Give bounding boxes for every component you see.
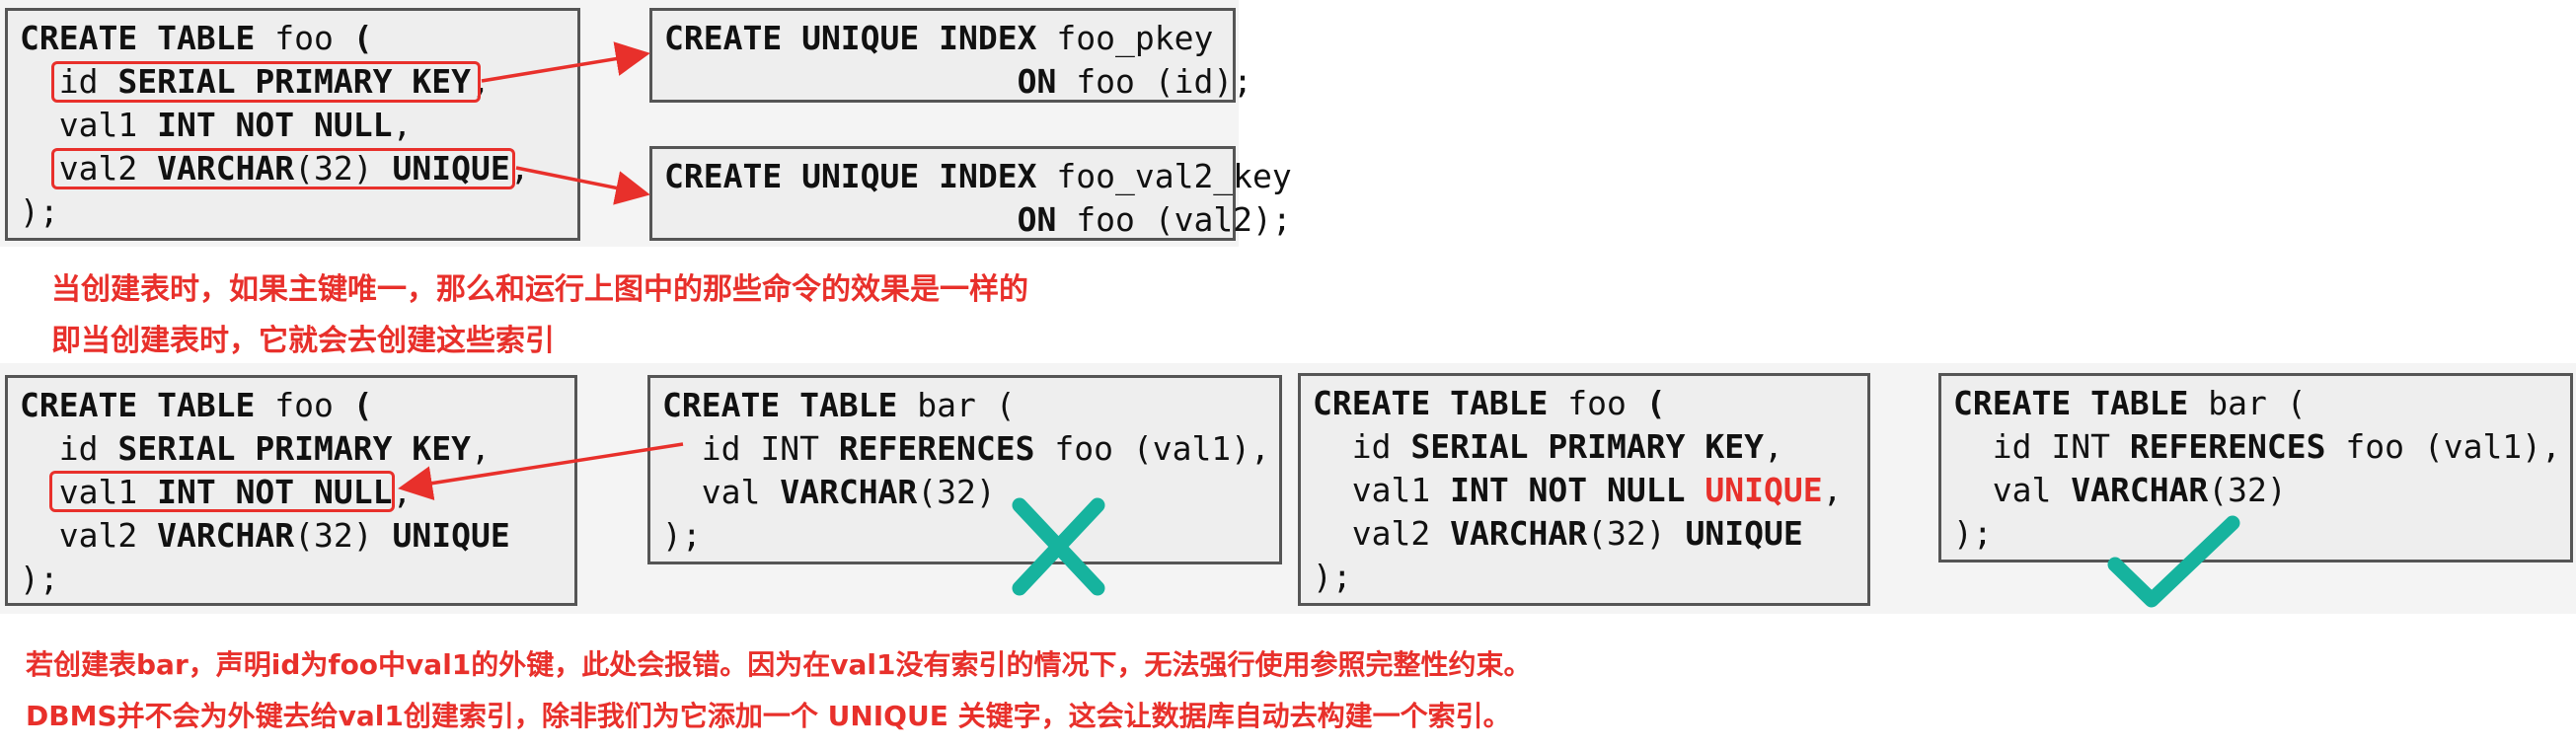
check-icon bbox=[2107, 515, 2240, 608]
arrow-icon bbox=[481, 41, 650, 83]
bottom-note-line-1: 若创建表bar，声明id为foo中val1的外键，此处会报错。因为在val1没有… bbox=[26, 648, 1532, 681]
arrow-icon bbox=[515, 166, 650, 205]
bottom-note-line-2: DBMS并不会为外键去给val1创建索引，除非我们为它添加一个 UNIQUE 关… bbox=[26, 700, 1511, 732]
annotation-overlay bbox=[398, 41, 2240, 608]
cross-icon bbox=[1012, 497, 1105, 596]
arrow-icon bbox=[398, 442, 684, 500]
